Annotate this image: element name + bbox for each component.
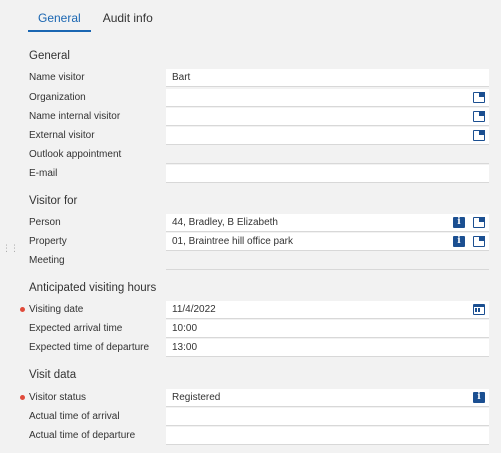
info-icon[interactable]: i: [453, 217, 465, 228]
calendar-icon[interactable]: [473, 304, 485, 315]
expected-departure-value: 13:00: [172, 342, 198, 353]
row-name-visitor: Name visitor Bart: [0, 69, 501, 87]
actual-departure-field[interactable]: [166, 427, 489, 445]
external-visitor-label: External visitor: [29, 130, 95, 141]
meeting-label: Meeting: [29, 255, 65, 266]
visitor-status-field[interactable]: Registered i: [166, 389, 489, 407]
required-indicator: [20, 307, 25, 312]
row-visitor-status: Visitor status Registered i: [0, 389, 501, 407]
info-icon[interactable]: i: [453, 236, 465, 247]
row-outlook-appointment: Outlook appointment: [0, 146, 501, 164]
row-expected-arrival: Expected arrival time 10:00: [0, 320, 501, 338]
row-external-visitor: External visitor: [0, 127, 501, 145]
actual-arrival-label: Actual time of arrival: [29, 411, 120, 422]
email-field[interactable]: [166, 165, 489, 183]
open-record-icon[interactable]: [473, 130, 485, 141]
meeting-field: [166, 252, 489, 270]
row-actual-departure: Actual time of departure: [0, 427, 501, 445]
name-internal-visitor-label: Name internal visitor: [29, 111, 121, 122]
row-meeting: Meeting: [0, 252, 501, 270]
info-icon[interactable]: i: [473, 392, 485, 403]
outlook-appointment-label: Outlook appointment: [29, 149, 122, 160]
actual-arrival-field[interactable]: [166, 408, 489, 426]
visitor-status-value: Registered: [172, 392, 221, 403]
name-visitor-field[interactable]: Bart: [166, 69, 489, 87]
person-field[interactable]: 44, Bradley, B Elizabeth i: [166, 214, 489, 232]
section-title-anticipated-hours: Anticipated visiting hours: [29, 282, 157, 294]
name-visitor-label: Name visitor: [29, 72, 85, 83]
visitor-status-label: Visitor status: [29, 392, 87, 403]
row-organization: Organization: [0, 89, 501, 107]
actual-departure-label: Actual time of departure: [29, 430, 136, 441]
expected-departure-label: Expected time of departure: [29, 342, 150, 353]
tab-audit-info[interactable]: Audit info: [93, 0, 163, 32]
external-visitor-field[interactable]: [166, 127, 489, 145]
row-visiting-date: Visiting date 11/4/2022: [0, 301, 501, 319]
property-value: 01, Braintree hill office park: [172, 236, 293, 247]
row-expected-departure: Expected time of departure 13:00: [0, 339, 501, 357]
tab-general[interactable]: General: [28, 0, 91, 32]
person-label: Person: [29, 217, 61, 228]
section-title-general: General: [29, 50, 70, 62]
expected-arrival-label: Expected arrival time: [29, 323, 123, 334]
expected-arrival-value: 10:00: [172, 323, 198, 334]
open-record-icon[interactable]: [473, 236, 485, 247]
email-label: E-mail: [29, 168, 58, 179]
required-indicator: [20, 395, 25, 400]
tab-bar: General Audit info: [28, 0, 163, 32]
row-email: E-mail: [0, 165, 501, 183]
expected-arrival-field[interactable]: 10:00: [166, 320, 489, 338]
property-field[interactable]: 01, Braintree hill office park i: [166, 233, 489, 251]
row-name-internal-visitor: Name internal visitor: [0, 108, 501, 126]
organization-label: Organization: [29, 92, 86, 103]
expected-departure-field[interactable]: 13:00: [166, 339, 489, 357]
visiting-date-value: 11/4/2022: [172, 304, 216, 315]
name-internal-visitor-field[interactable]: [166, 108, 489, 126]
property-label: Property: [29, 236, 67, 247]
open-record-icon[interactable]: [473, 92, 485, 103]
visiting-date-label: Visiting date: [29, 304, 84, 315]
section-title-visitor-for: Visitor for: [29, 195, 78, 207]
name-visitor-value: Bart: [172, 72, 191, 83]
organization-field[interactable]: [166, 89, 489, 107]
open-record-icon[interactable]: [473, 111, 485, 122]
visiting-date-field[interactable]: 11/4/2022: [166, 301, 489, 319]
row-actual-arrival: Actual time of arrival: [0, 408, 501, 426]
person-value: 44, Bradley, B Elizabeth: [172, 217, 278, 228]
outlook-appointment-field: [166, 146, 489, 164]
row-property: Property 01, Braintree hill office park …: [0, 233, 501, 251]
open-record-icon[interactable]: [473, 217, 485, 228]
row-person: Person 44, Bradley, B Elizabeth i: [0, 214, 501, 232]
section-title-visit-data: Visit data: [29, 369, 77, 381]
